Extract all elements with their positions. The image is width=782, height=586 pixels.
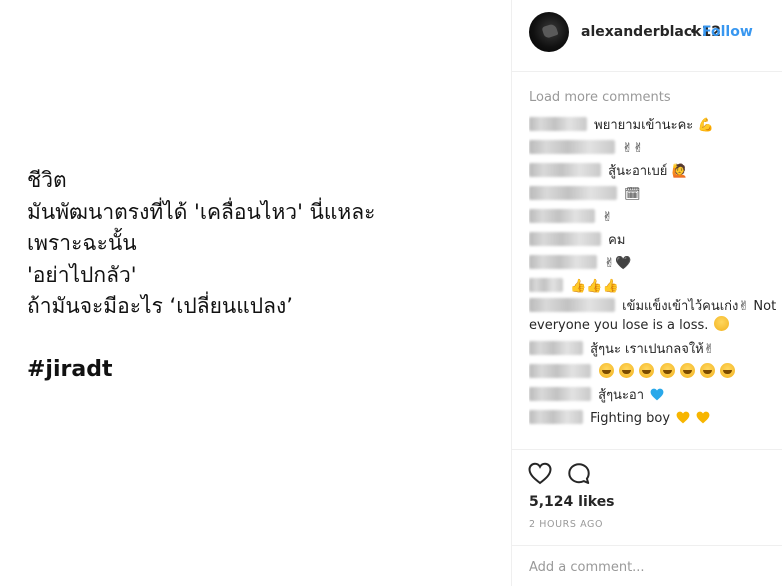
username-link[interactable]: alexanderblack12 [581,24,721,40]
post-timestamp[interactable]: 2 HOURS AGO [529,519,603,530]
heart-outline-icon[interactable] [527,461,553,487]
comment-row: สู้ๆนะอา [529,384,779,407]
blurred-username[interactable] [529,387,591,401]
caption-line: เพราะฉะนั้น [27,231,137,255]
blurred-username[interactable] [529,186,617,200]
add-comment-input[interactable] [529,558,765,576]
caption-line: ถ้ามันจะมีอะไร ‘เปลี่ยนแปลง’ [27,294,293,318]
caption-line: มันพัฒนาตรงที่ได้ 'เคลื่อนไหว' นี่แหละ [27,199,376,224]
blurred-username[interactable] [529,255,597,269]
caption-line: 'อย่าไปกลัว' [27,262,137,287]
avatar[interactable] [529,12,569,52]
blurred-username[interactable] [529,163,601,177]
post-image-caption: ชีวิต มันพัฒนาตรงที่ได้ 'เคลื่อนไหว' นี่… [27,165,497,385]
comment-text: คม [608,233,626,248]
comments-list[interactable]: Load more comments พยายามเข้านะคะ 💪 ✌✌ ส… [529,88,779,450]
blurred-username[interactable] [529,232,601,246]
comment-text: สู้นะอาเบย์ [608,164,668,179]
blurred-username[interactable] [529,209,595,223]
load-more-comments-link[interactable]: Load more comments [529,88,779,108]
gif-icon: 🗓 [624,187,641,202]
comment-row: สู้นะอาเบย์ 🙋 [529,160,779,183]
comment-row: ✌ [529,206,779,229]
crying-face-icon [679,363,695,378]
crying-face-icon [659,363,675,378]
comment-row: สู้ๆนะ เราเปนกลจให้✌ [529,338,779,361]
victory-hand-icon: ✌✌ [622,141,644,156]
blurred-username[interactable] [529,117,587,131]
comment-row: ✌🖤 [529,252,779,275]
thumbs-up-icon: 👍👍👍 [570,279,619,294]
comment-row: 🗓 [529,183,779,206]
follow-button[interactable]: Follow [702,24,753,40]
post-header: alexanderblack12 • Follow [512,0,782,72]
blurred-username[interactable] [529,278,563,292]
header-separator: • [689,24,698,40]
comment-row: ✌✌ [529,137,779,160]
crying-face-icon [719,363,735,378]
comment-row: เข้มแข็งเข้าไว้คนเก่ง✌ Not everyone you … [529,298,779,338]
blurred-username[interactable] [529,410,583,424]
comment-row: พยายามเข้านะคะ 💪 [529,114,779,137]
victory-black-heart-icon: ✌🖤 [604,256,632,271]
comment-text: สู้ๆนะ เราเปนกลจให้✌ [590,342,715,357]
caption-hashtag: #jiradt [27,356,113,382]
avatar-mark [541,23,559,39]
crying-face-icon [699,363,715,378]
comment-row: 👍👍👍 [529,275,779,298]
comment-row: Fighting boy [529,407,779,430]
add-comment-bar [512,545,782,586]
caption-line: ชีวิต [27,168,67,192]
comment-text: Fighting boy [590,411,671,426]
blurred-username[interactable] [529,341,583,355]
comment-row: คม [529,229,779,252]
crying-face-icon [639,363,655,378]
crying-face-icon [599,363,615,378]
comment-row [529,361,779,384]
raising-hand-icon: 🙋 [671,164,688,179]
post-image: ชีวิต มันพัฒนาตรงที่ได้ 'เคลื่อนไหว' นี่… [0,0,511,586]
yellow-heart-icon [696,411,710,424]
blurred-username[interactable] [529,364,591,378]
comment-text: พยายามเข้านะคะ [594,118,694,133]
smiling-face-icon [713,316,729,331]
post-actions: 5,124 likes 2 HOURS AGO [512,449,782,539]
victory-hand-icon: ✌ [602,210,614,225]
likes-count[interactable]: 5,124 likes [529,494,615,510]
blue-heart-icon [650,388,664,401]
crying-face-icon [619,363,635,378]
speech-bubble-icon[interactable] [566,461,592,487]
comment-text: สู้ๆนะอา [598,388,645,403]
blurred-username[interactable] [529,140,615,154]
yellow-heart-icon [676,411,690,424]
post-side-panel: alexanderblack12 • Follow Load more comm… [511,0,782,586]
blurred-username[interactable] [529,298,615,312]
flexed-biceps-icon: 💪 [697,118,714,133]
